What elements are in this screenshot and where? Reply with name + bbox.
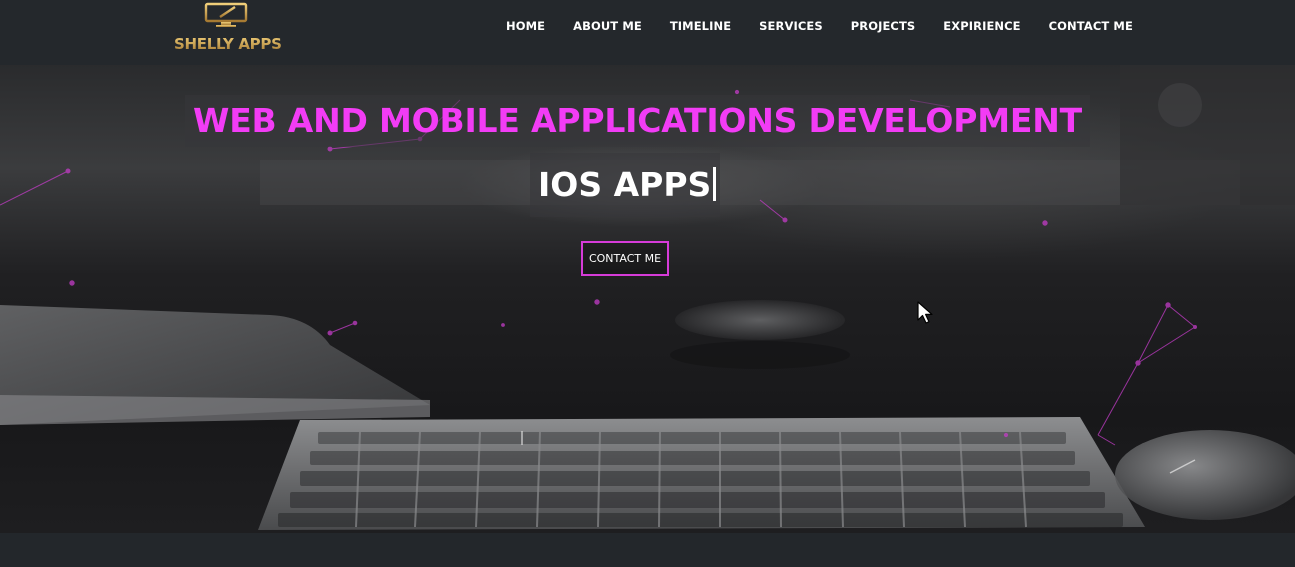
hero-typed-text: IOS APPS [530,153,720,217]
nav-item-home[interactable]: HOME [506,19,545,33]
hero-headline: WEB AND MOBILE APPLICATIONS DEVELOPMENT [185,95,1090,147]
brand-logo[interactable]: SHELLY APPS [172,0,282,60]
mouse-cursor-icon [917,301,933,324]
brand-name: SHELLY APPS [174,35,282,53]
nav-item-about-me[interactable]: ABOUT ME [573,19,642,33]
hero-section: WEB AND MOBILE APPLICATIONS DEVELOPMENT … [0,65,1295,533]
top-navbar: SHELLY APPS HOME ABOUT ME TIMELINE SERVI… [0,0,1295,65]
next-section-strip [0,533,1295,567]
main-nav: HOME ABOUT ME TIMELINE SERVICES PROJECTS… [506,19,1161,33]
typed-text-value: IOS APPS [538,165,712,204]
nav-item-projects[interactable]: PROJECTS [851,19,916,33]
nav-item-contact-me[interactable]: CONTACT ME [1049,19,1133,33]
typing-caret [713,167,717,201]
nav-item-services[interactable]: SERVICES [759,19,823,33]
nav-item-experience[interactable]: EXPIRIENCE [943,19,1020,33]
nav-item-timeline[interactable]: TIMELINE [670,19,731,33]
contact-me-button[interactable]: CONTACT ME [581,241,669,276]
monitor-pen-icon [204,2,248,27]
